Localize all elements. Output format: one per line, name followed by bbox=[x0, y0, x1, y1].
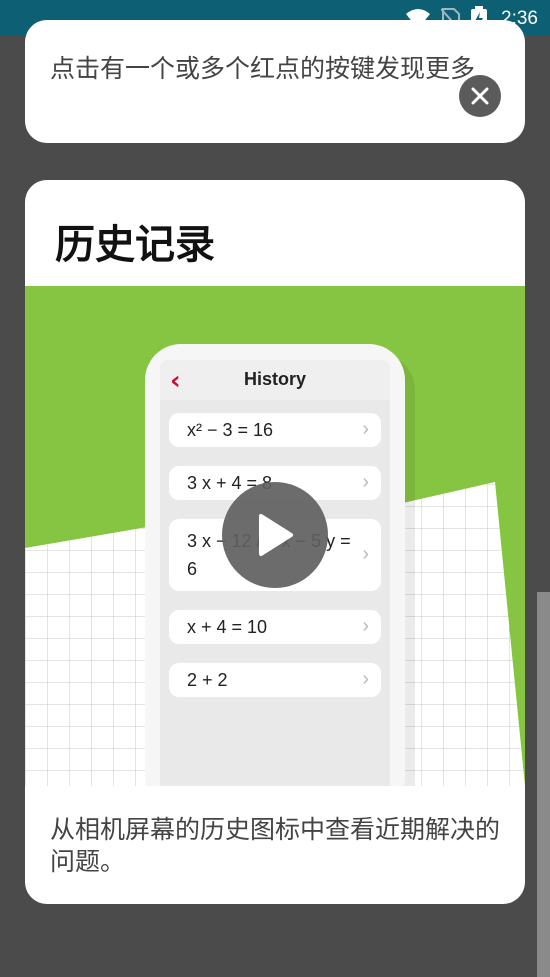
history-card-description: 从相机屏幕的历史图标中查看近期解决的问题。 bbox=[50, 815, 501, 876]
chevron-right-icon: › bbox=[362, 418, 369, 440]
history-row: 2 + 2 › bbox=[169, 663, 381, 697]
history-row: x + 4 = 10 › bbox=[169, 610, 381, 644]
chevron-right-icon: › bbox=[362, 471, 369, 493]
chevron-right-icon: › bbox=[362, 543, 369, 565]
history-feature-card: 历史记录 ‹ History x² − 3 = 16 › 3 x + 4 = 8… bbox=[25, 180, 525, 904]
play-icon bbox=[259, 514, 293, 556]
tip-text: 点击有一个或多个红点的按键发现更多 bbox=[50, 54, 476, 83]
play-button[interactable] bbox=[222, 482, 328, 588]
close-icon bbox=[471, 87, 489, 105]
close-button[interactable] bbox=[459, 75, 501, 117]
scrollbar-thumb[interactable] bbox=[537, 592, 550, 977]
history-video-thumbnail[interactable]: ‹ History x² − 3 = 16 › 3 x + 4 = 8 › 3 … bbox=[25, 286, 525, 786]
chevron-right-icon: › bbox=[362, 615, 369, 637]
tip-card: 点击有一个或多个红点的按键发现更多 bbox=[25, 20, 525, 143]
history-card-title: 历史记录 bbox=[55, 222, 215, 268]
history-equation: x + 4 = 10 bbox=[187, 617, 268, 637]
phone-header-title: History bbox=[243, 369, 306, 389]
history-equation: x² − 3 = 16 bbox=[187, 420, 274, 440]
chevron-right-icon: › bbox=[362, 668, 369, 690]
history-row: x² − 3 = 16 › bbox=[169, 413, 381, 447]
history-equation: 2 + 2 bbox=[187, 670, 228, 690]
phone-header: ‹ History bbox=[160, 360, 390, 400]
